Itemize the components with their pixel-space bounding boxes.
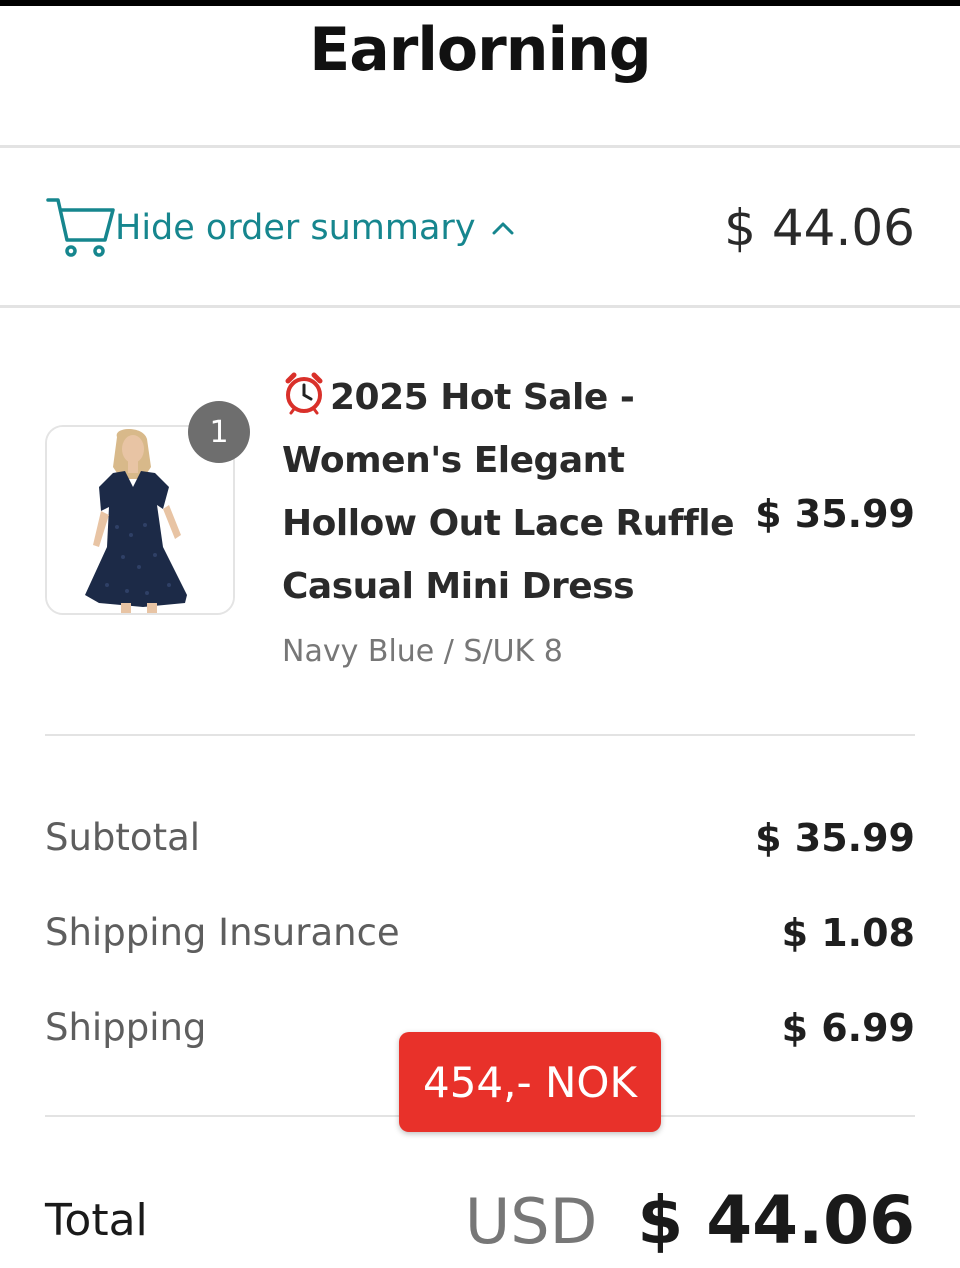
total-price: USD $ 44.06 bbox=[465, 1182, 915, 1259]
product-price: $ 35.99 bbox=[755, 492, 915, 536]
shipping-label: Shipping bbox=[45, 1006, 207, 1049]
nok-price-sticker: 454,- NOK bbox=[399, 1032, 661, 1132]
order-summary-toggle[interactable]: Hide order summary bbox=[45, 194, 516, 262]
product-title-line-2: Women's Elegant bbox=[282, 440, 625, 481]
shipping-insurance-value: $ 1.08 bbox=[781, 910, 915, 955]
total-label: Total bbox=[45, 1194, 148, 1246]
items-divider bbox=[45, 734, 915, 736]
total-currency: USD bbox=[464, 1184, 598, 1258]
product-title: 2025 Hot Sale - Women's Elegant Hollow O… bbox=[282, 366, 742, 618]
cart-icon bbox=[45, 194, 117, 262]
quantity-badge: 1 bbox=[188, 401, 250, 463]
subtotal-value: $ 35.99 bbox=[755, 815, 915, 860]
total-row: Total USD $ 44.06 bbox=[45, 1170, 915, 1268]
product-title-line-1: 2025 Hot Sale - bbox=[330, 377, 635, 418]
cart-line-item: 1 2025 Hot Sale - Women's Elegant Hollow… bbox=[45, 366, 915, 669]
order-summary-total: $ 44.06 bbox=[724, 199, 915, 257]
store-brand-name: Earlorning bbox=[309, 15, 651, 85]
product-title-line-3: Hollow Out Lace Ruffle bbox=[282, 503, 735, 544]
product-info: 2025 Hot Sale - Women's Elegant Hollow O… bbox=[282, 366, 742, 669]
shipping-insurance-row: Shipping Insurance $ 1.08 bbox=[45, 885, 915, 980]
header-divider bbox=[0, 145, 960, 148]
alarm-clock-icon bbox=[282, 371, 326, 415]
product-variant: Navy Blue / S/UK 8 bbox=[282, 634, 563, 669]
subtotal-label: Subtotal bbox=[45, 816, 201, 859]
chevron-up-icon bbox=[490, 215, 516, 241]
subtotal-row: Subtotal $ 35.99 bbox=[45, 790, 915, 885]
product-title-line-4: Casual Mini Dress bbox=[282, 566, 635, 607]
shipping-insurance-label: Shipping Insurance bbox=[45, 911, 400, 954]
total-amount: $ 44.06 bbox=[637, 1181, 915, 1259]
shipping-value: $ 6.99 bbox=[781, 1005, 915, 1050]
order-summary-toggle-label: Hide order summary bbox=[115, 208, 476, 248]
order-summary-bar: Hide order summary $ 44.06 bbox=[45, 190, 915, 266]
store-header: Earlorning bbox=[0, 6, 960, 146]
summary-divider bbox=[0, 305, 960, 308]
